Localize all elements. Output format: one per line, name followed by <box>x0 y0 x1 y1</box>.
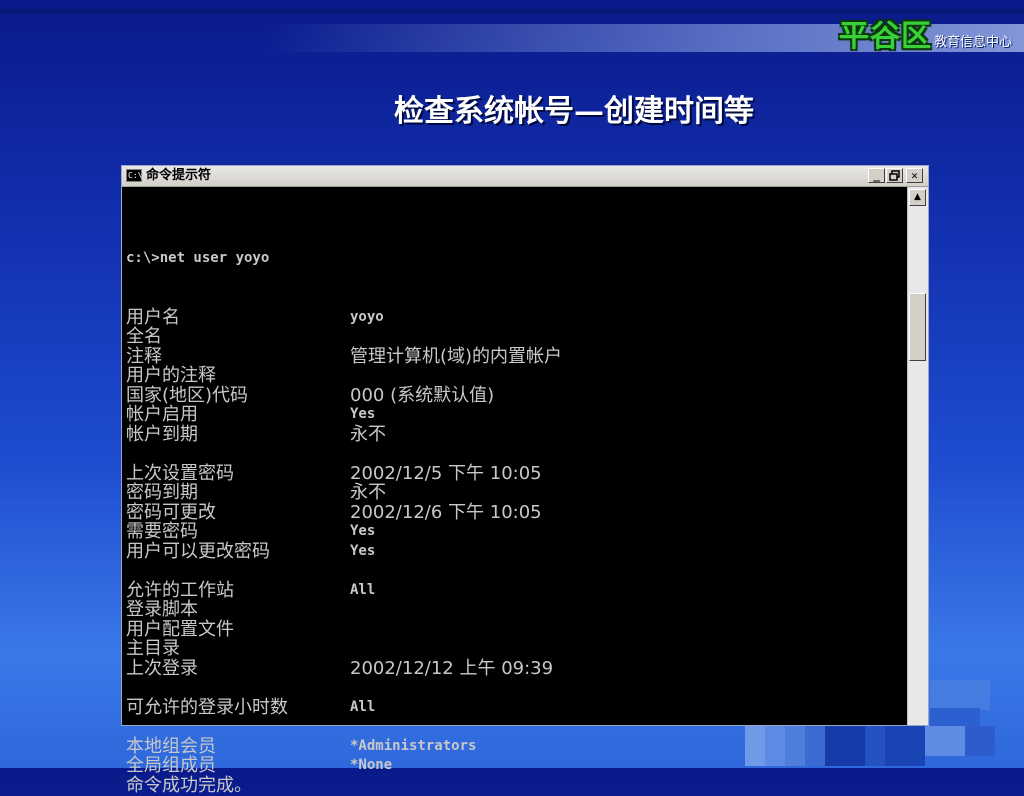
console-row: 本地组会员 *Administrators <box>126 735 906 757</box>
field-value: 永不 <box>350 482 386 503</box>
field-label: 登录脚本 <box>126 599 198 620</box>
command-text: c:\>net user yoyo <box>126 250 270 266</box>
console-output[interactable]: c:\>net user yoyo 用户名 yoyo 全名 注释 管理计算机(域)的内置… <box>126 210 906 795</box>
decor-block <box>925 726 965 756</box>
slide-title: 检查系统帐号—创建时间等 <box>394 94 754 129</box>
console-row: 用户配置文件 <box>126 618 906 640</box>
field-value: All <box>350 698 376 715</box>
decor-block <box>930 708 980 728</box>
field-label: 帐户到期 <box>126 423 198 445</box>
field-value: 管理计算机(域)的内置帐户 <box>350 345 563 367</box>
decor-block <box>930 680 990 710</box>
vertical-scrollbar[interactable]: ▲ <box>907 187 928 725</box>
window-titlebar[interactable]: C:\ 命令提示符 _ ✕ <box>122 166 928 187</box>
field-label: 帐户启用 <box>126 404 198 425</box>
console-row: 注释 管理计算机(域)的内置帐户 <box>126 345 906 367</box>
scroll-thumb[interactable] <box>909 293 926 361</box>
logo-sub-text: 教育信息中心 <box>933 35 1012 50</box>
field-label: 可允许的登录小时数 <box>126 696 288 718</box>
field-label: 上次登录 <box>126 657 198 679</box>
window-title: 命令提示符 <box>146 168 212 183</box>
field-value: 永不 <box>350 423 386 445</box>
restore-icon <box>889 170 900 181</box>
close-button[interactable]: ✕ <box>906 168 923 183</box>
field-label: 全名 <box>126 326 162 347</box>
cmd-app-icon[interactable]: C:\ <box>126 169 142 182</box>
field-label: 密码到期 <box>126 482 198 503</box>
console-row: 允许的工作站 All <box>126 579 906 601</box>
field-label: 全局组成员 <box>126 755 216 776</box>
field-label: 本地组会员 <box>126 735 216 757</box>
field-value: All <box>350 581 376 598</box>
field-label: 用户可以更改密码 <box>126 540 270 562</box>
console-row: 全名 <box>126 327 906 347</box>
console-row: 需要密码 Yes <box>126 522 906 542</box>
console-row: 用户的注释 <box>126 366 906 386</box>
field-label: 需要密码 <box>126 521 198 542</box>
field-value: 2002/12/12 上午 09:39 <box>350 657 554 679</box>
field-value: 2002/12/6 下午 10:05 <box>350 501 542 523</box>
field-label: 允许的工作站 <box>126 579 234 601</box>
field-label: 用户配置文件 <box>126 618 234 640</box>
field-value: 2002/12/5 下午 10:05 <box>350 462 542 484</box>
logo-main-text: 平谷区 <box>838 19 932 54</box>
field-label: 用户名 <box>126 306 180 328</box>
command-line: c:\>net user yoyo <box>126 249 906 269</box>
field-label: 主目录 <box>126 638 180 659</box>
console-row: 帐户到期 永不 <box>126 423 906 445</box>
field-label: 命令成功完成。 <box>126 774 252 796</box>
field-value: Yes <box>350 406 376 422</box>
field-value: Yes <box>350 523 376 539</box>
field-label: 上次设置密码 <box>126 462 234 484</box>
field-label: 密码可更改 <box>126 501 216 523</box>
field-label: 注释 <box>126 345 162 367</box>
field-label: 用户的注释 <box>126 365 216 386</box>
console-row: 主目录 <box>126 639 906 659</box>
decor-block <box>965 726 995 756</box>
console-row: 上次登录 2002/12/12 上午 09:39 <box>126 657 906 679</box>
restore-button[interactable] <box>886 168 903 183</box>
field-label: 国家(地区)代码 <box>126 384 249 406</box>
command-prompt-window[interactable]: C:\ 命令提示符 _ ✕ c:\>net user yoyo 用户名 yoyo 全… <box>121 165 929 795</box>
console-row: 帐户启用 Yes <box>126 405 906 425</box>
console-row: 用户可以更改密码 Yes <box>126 540 906 562</box>
field-value: *None <box>350 757 393 773</box>
console-row: 命令成功完成。 <box>126 774 906 796</box>
minimize-button[interactable]: _ <box>868 168 885 183</box>
console-row: 国家(地区)代码 000 (系统默认值) <box>126 384 906 406</box>
console-row: 可允许的登录小时数 All <box>126 696 906 718</box>
field-value: *Administrators <box>350 737 477 754</box>
field-value: yoyo <box>350 308 384 325</box>
console-row: 密码可更改 2002/12/6 下午 10:05 <box>126 501 906 523</box>
console-row: 全局组成员 *None <box>126 756 906 776</box>
console-row: 登录脚本 <box>126 600 906 620</box>
console-row: 密码到期 永不 <box>126 483 906 503</box>
field-value: 000 (系统默认值) <box>350 384 495 406</box>
scroll-up-button[interactable]: ▲ <box>909 189 926 206</box>
console-row: 用户名 yoyo <box>126 306 906 328</box>
console-row: 上次设置密码 2002/12/5 下午 10:05 <box>126 462 906 484</box>
field-value: Yes <box>350 542 376 559</box>
logo: 平谷区 教育信息中心 <box>839 14 1012 54</box>
